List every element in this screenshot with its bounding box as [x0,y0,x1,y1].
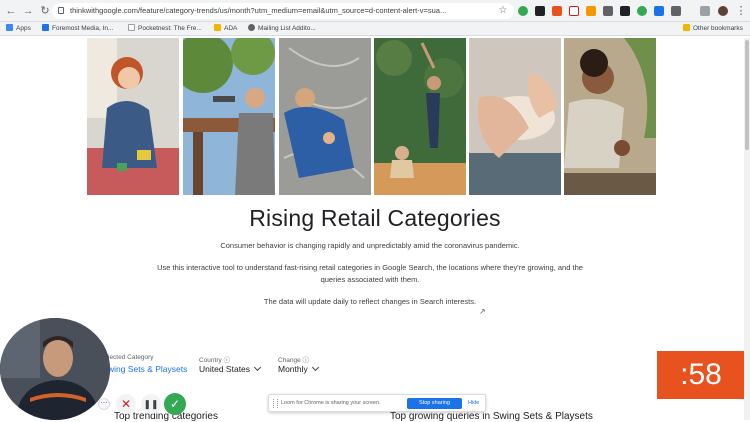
chevron-down-icon [311,363,319,372]
url-text: thinkwithgoogle.com/feature/category-tre… [70,6,447,15]
site-icon [248,24,255,31]
site-icon [42,24,49,31]
webcam-bubble [0,318,110,420]
finish-recording-button[interactable]: ✓ [164,393,186,415]
folder-icon [683,24,690,31]
extension-icon[interactable] [569,6,579,16]
forward-icon[interactable]: → [21,4,35,18]
page-icon [128,24,135,31]
hero-photo [469,38,561,195]
more-options-icon[interactable]: ⋯ [98,398,110,410]
change-dropdown[interactable]: Monthly [278,363,319,374]
hero-photo [564,38,656,195]
stop-sharing-button[interactable]: Stop sharing [407,398,462,409]
lock-icon [58,7,64,14]
category-filter-value[interactable]: wing Sets & Playsets [108,364,187,374]
folder-icon [214,24,221,31]
hide-banner-link[interactable]: Hide [468,398,479,409]
menu-icon[interactable]: ⋮ [734,4,748,18]
star-icon[interactable]: ☆ [496,4,510,18]
extension-icon[interactable] [620,6,630,16]
address-bar[interactable]: thinkwithgoogle.com/feature/category-tre… [52,3,514,19]
apps-icon [6,24,13,31]
intro-paragraph: The data will update daily to reflect ch… [263,297,477,306]
extension-icon[interactable] [535,6,545,16]
screen-share-banner: Loom for Chrome is sharing your screen. … [268,394,486,412]
bookmark-other[interactable]: Other bookmarks [683,24,743,34]
growing-queries-heading: Top growing queries in Swing Sets & Play… [390,411,593,422]
extension-icon[interactable] [518,6,528,16]
intro-paragraph: Use this interactive tool to understand … [157,263,583,284]
extension-icon[interactable] [671,6,681,16]
back-icon[interactable]: ← [4,4,18,18]
scrollbar-thumb[interactable] [745,40,749,150]
bookmark-item[interactable]: Foremost Media, In... [42,24,113,34]
country-filter-label: Country ⓘ [199,357,231,364]
cancel-recording-button[interactable]: ✕ [116,394,136,414]
extension-icon[interactable] [603,6,613,16]
bookmark-apps[interactable]: Apps [6,24,31,34]
drag-handle-icon[interactable] [273,399,278,408]
change-filter-label: Change ⓘ [278,357,310,364]
extension-icon[interactable] [552,6,562,16]
hero-photo [374,38,466,195]
intro-paragraph: Consumer behavior is changing rapidly an… [220,241,520,250]
extension-icon[interactable] [586,6,596,16]
countdown-timer: :58 [657,351,745,399]
bookmark-item[interactable]: Mailing List Addito... [248,24,316,34]
reload-icon[interactable]: ↻ [38,4,52,18]
cursor-icon: ↗ [479,307,486,316]
page-title: Rising Retail Categories [249,205,501,231]
extension-icon[interactable] [700,6,710,16]
extension-icon[interactable] [637,6,647,16]
hero-photo [87,38,179,195]
page-scrollbar[interactable] [744,38,750,420]
bookmarks-bar: Apps Foremost Media, In... Pocketnest: T… [0,22,750,36]
share-message: Loom for Chrome is sharing your screen. [281,400,381,406]
extension-icon[interactable] [654,6,664,16]
chevron-down-icon [253,363,262,372]
category-filter-label: lected Category [108,354,154,361]
hero-photo [279,38,371,195]
profile-avatar[interactable] [718,6,728,16]
bookmark-item[interactable]: Pocketnest: The Fre... [128,24,202,34]
pause-recording-button[interactable]: ❚❚ [141,394,161,414]
country-dropdown[interactable]: United States [199,363,262,374]
hero-photo [183,38,275,195]
bookmark-item[interactable]: ADA [214,24,237,34]
browser-toolbar: ← → ↻ thinkwithgoogle.com/feature/catego… [0,0,750,22]
